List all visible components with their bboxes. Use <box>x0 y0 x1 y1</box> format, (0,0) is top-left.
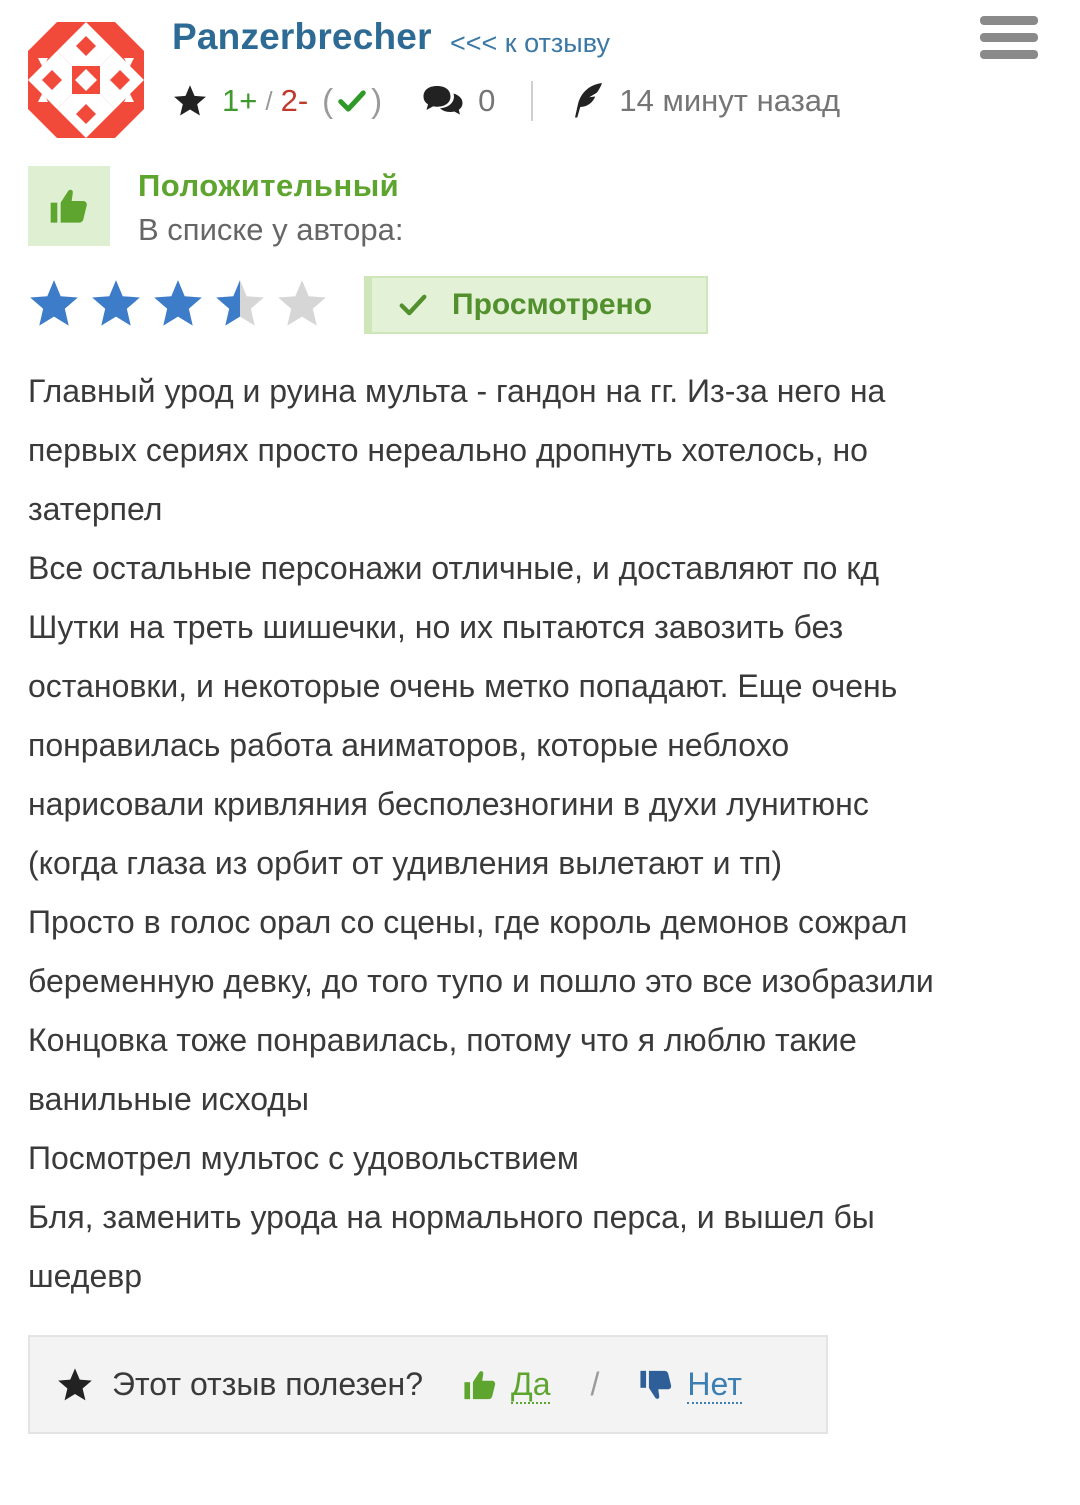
review-meta: 1+ / 2- ( ) 0 14 минут назад <box>172 80 840 122</box>
back-to-review-link[interactable]: <<< к отзыву <box>450 28 610 59</box>
review-body: Главный урод и руина мульта - гандон на … <box>28 362 1068 1306</box>
hamburger-menu-icon[interactable] <box>980 16 1038 60</box>
review-line: Просто в голос орал со сцены, где король… <box>28 904 908 940</box>
review-line: Бля, заменить урода на нормального перса… <box>28 1199 875 1235</box>
review-line: Все остальные персонажи отличные, и дост… <box>28 550 879 586</box>
rating-star-full-icon <box>92 280 140 326</box>
review-line: нарисовали кривляния бесполезногини в ду… <box>28 786 869 822</box>
vote-paren-close: ) <box>371 82 383 119</box>
sentiment-label: Положительный <box>138 168 400 203</box>
status-badge-label: Просмотрено <box>452 288 653 321</box>
helpful-vote-box: Этот отзыв полезен? Да / Нет <box>28 1335 828 1434</box>
review-line: (когда глаза из орбит от удивления вылет… <box>28 845 782 881</box>
status-badge: Просмотрено <box>364 276 708 334</box>
review-line: Посмотрел мультос с удовольствием <box>28 1140 579 1176</box>
check-icon <box>399 294 427 316</box>
review-line: беременную девку, до того тупо и пошло э… <box>28 963 934 999</box>
sentiment-badge <box>28 166 110 246</box>
review-line: шедевр <box>28 1258 143 1294</box>
helpful-yes-link[interactable]: Да <box>511 1366 551 1404</box>
review-line: остановки, и некоторые очень метко попад… <box>28 668 898 704</box>
review-line: ванильные исходы <box>28 1081 309 1117</box>
rating-star-half-icon <box>216 280 264 326</box>
review-line: первых сериях просто нереально дропнуть … <box>28 432 868 468</box>
star-icon <box>174 85 206 116</box>
posted-time: 14 минут назад <box>619 83 841 118</box>
votes-separator: / <box>265 85 273 116</box>
checkmark-icon <box>338 90 366 112</box>
vote-paren-open: ( <box>322 82 334 119</box>
quill-icon <box>575 83 603 118</box>
thumbs-up-icon[interactable] <box>463 1368 497 1402</box>
review-line: Шутки на треть шишечки, но их пытаются з… <box>28 609 844 645</box>
review-line: Концовка тоже понравилась, потому что я … <box>28 1022 857 1058</box>
rating-star-full-icon <box>30 280 78 326</box>
username-link[interactable]: Panzerbrecher <box>172 16 432 58</box>
star-rating <box>28 278 338 330</box>
meta-divider <box>531 81 534 121</box>
review-line: Главный урод и руина мульта - гандон на … <box>28 373 886 409</box>
helpful-no-link[interactable]: Нет <box>687 1366 742 1404</box>
review-line: затерпел <box>28 491 163 527</box>
helpful-question: Этот отзыв полезен? <box>112 1366 424 1402</box>
star-icon <box>58 1367 92 1400</box>
avatar[interactable] <box>28 22 144 138</box>
rating-star-full-icon <box>154 280 202 326</box>
rating-star-empty-icon <box>278 280 326 326</box>
review-line: понравилась работа аниматоров, которые н… <box>28 727 790 763</box>
thumbs-down-icon[interactable] <box>639 1368 673 1402</box>
votes-positive: 1+ <box>222 83 258 118</box>
comments-icon[interactable] <box>422 83 464 119</box>
votes-negative: 2- <box>280 83 309 118</box>
author-list-label: В списке у автора: <box>138 212 404 247</box>
comments-count: 0 <box>478 83 496 118</box>
thumbs-up-icon <box>50 189 87 223</box>
helpful-separator: / <box>590 1366 600 1402</box>
avatar-identicon <box>28 22 144 138</box>
